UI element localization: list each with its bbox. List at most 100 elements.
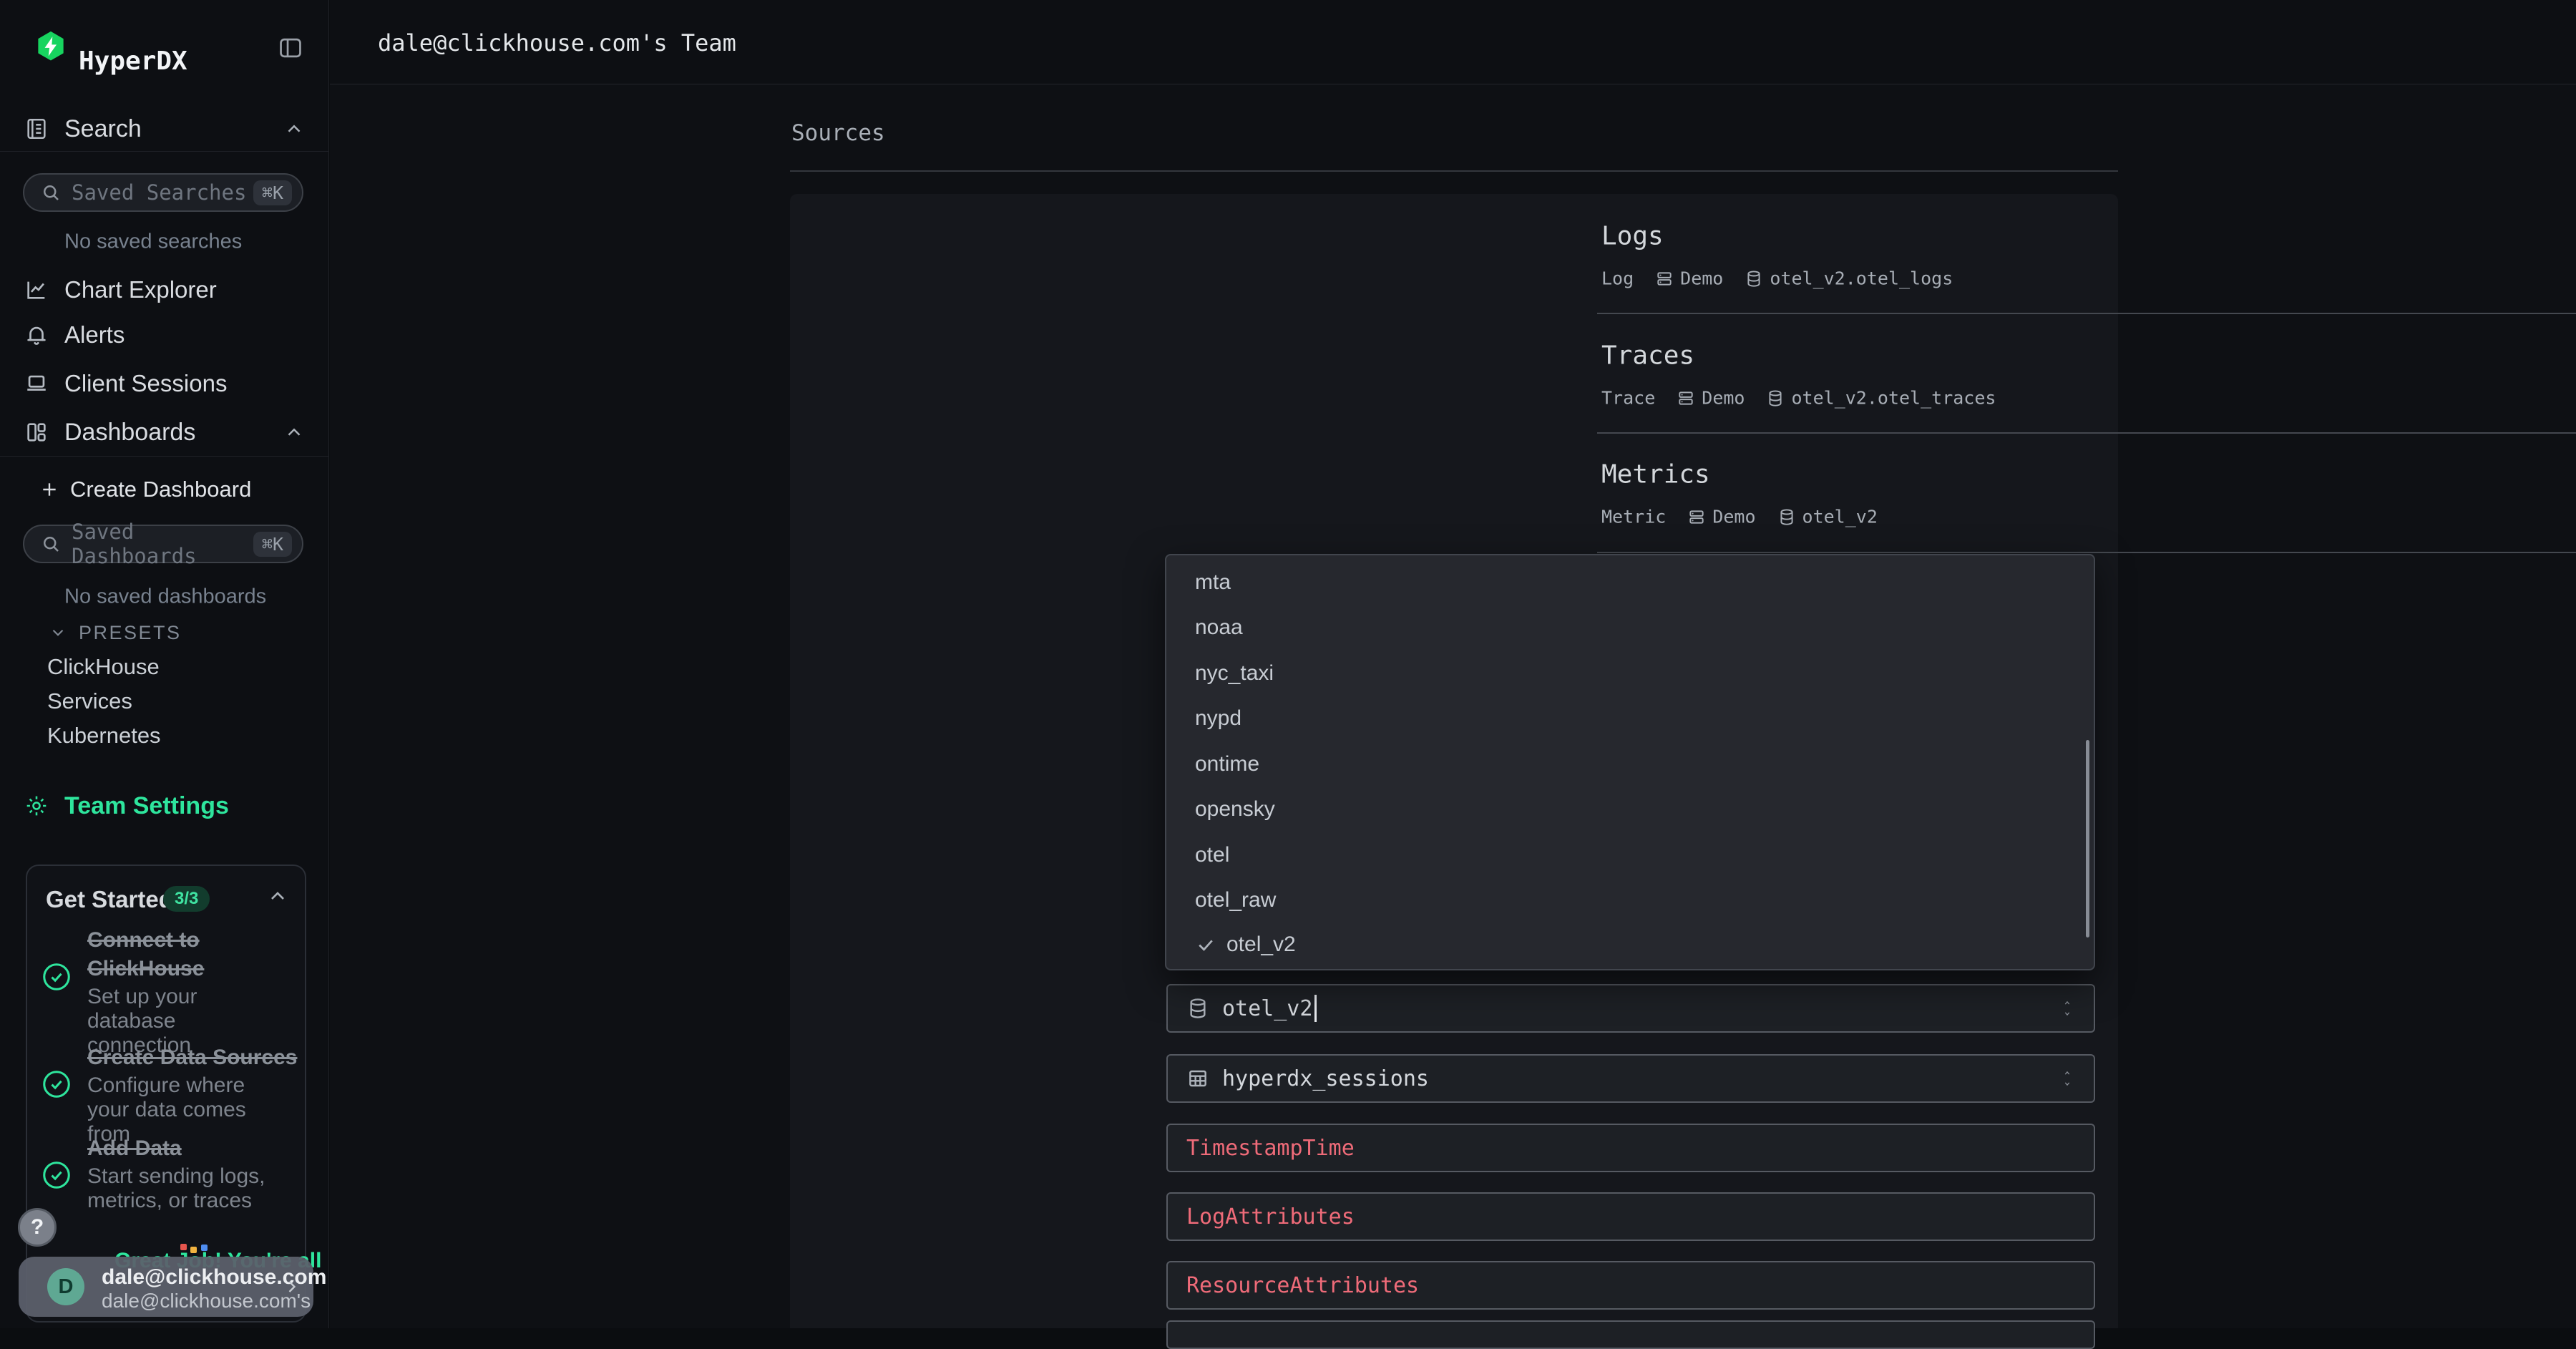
preset-kubernetes[interactable]: Kubernetes: [47, 723, 161, 749]
source-section-meta: Log Demo otel_v2.otel_logs: [1601, 268, 1953, 289]
next-input-partial[interactable]: [1166, 1320, 2095, 1349]
dropdown-option[interactable]: otel: [1166, 834, 2094, 877]
section-divider: [1597, 432, 2576, 434]
timestamp-column-value: TimestampTime: [1186, 1136, 1355, 1161]
dropdown-option-label: otel_v2: [1226, 932, 1296, 957]
plus-icon: [40, 480, 59, 499]
dropdown-option[interactable]: opensky: [1166, 788, 2094, 831]
sidebar-item-dashboards[interactable]: Dashboards: [0, 412, 329, 452]
sidebar-divider: [0, 151, 329, 152]
get-started-item-title: Create Data Sources: [87, 1043, 302, 1072]
source-table-label: otel_v2.otel_logs: [1770, 268, 1953, 289]
database-value: otel_v2: [1222, 996, 1312, 1021]
dropdown-option-label: noaa: [1195, 615, 1243, 640]
create-dashboard-button[interactable]: Create Dashboard: [0, 469, 329, 510]
source-connection-label: Demo: [1702, 388, 1745, 409]
get-started-item[interactable]: Connect to ClickHouse Set up your databa…: [87, 926, 288, 1058]
sidebar-item-label: Alerts: [64, 321, 125, 349]
chevron-up-icon: [283, 118, 305, 140]
sidebar-item-label: Dashboards: [64, 419, 195, 447]
team-settings-label: Team Settings: [64, 792, 229, 820]
sidebar-item-alerts[interactable]: Alerts: [0, 315, 329, 355]
chevron-down-icon: [49, 623, 67, 642]
source-section-meta: Trace Demo otel_v2.otel_traces: [1601, 388, 1996, 409]
section-divider: [1597, 552, 2576, 553]
database-icon: [1186, 997, 1209, 1020]
dropdown-option[interactable]: nypd: [1166, 697, 2094, 740]
get-started-item[interactable]: Add Data Start sending logs, metrics, or…: [87, 1134, 288, 1213]
search-icon: [40, 533, 62, 555]
dropdown-option[interactable]: nyc_taxi: [1166, 652, 2094, 695]
line-chart-icon: [24, 278, 49, 302]
chevron-up-icon: [283, 422, 305, 443]
shortcut-badge: ⌘K: [253, 180, 292, 205]
dropdown-option[interactable]: noaa: [1166, 606, 2094, 649]
log-attributes-input[interactable]: LogAttributes: [1166, 1192, 2095, 1241]
resource-attributes-value: ResourceAttributes: [1186, 1273, 1419, 1298]
dropdown-option-label: ontime: [1195, 752, 1259, 776]
saved-searches-input[interactable]: Saved Searches ⌘K: [23, 173, 303, 212]
help-button[interactable]: ?: [18, 1208, 57, 1247]
source-connection-label: Demo: [1680, 268, 1723, 289]
brand-name: HyperDX: [79, 47, 187, 76]
get-started-item[interactable]: Create Data Sources Configure where your…: [87, 1043, 288, 1146]
preset-services[interactable]: Services: [47, 688, 132, 714]
select-spinner-icon[interactable]: [2059, 998, 2075, 1018]
shortcut-badge: ⌘K: [253, 532, 292, 557]
sidebar-item-team-settings[interactable]: Team Settings: [0, 786, 329, 826]
dropdown-scrollbar[interactable]: [2086, 740, 2089, 938]
database-dropdown: mta noaa nyc_taxi nypd ontime opensky ot…: [1165, 554, 2095, 970]
sidebar-item-chart-explorer[interactable]: Chart Explorer: [0, 270, 329, 310]
check-circle-icon: [40, 960, 73, 993]
team-title: dale@clickhouse.com's Team: [378, 29, 736, 57]
saved-searches-placeholder: Saved Searches: [72, 180, 253, 205]
presets-label: PRESETS: [79, 622, 182, 644]
dropdown-option[interactable]: ontime: [1166, 743, 2094, 786]
dropdown-option[interactable]: otel_raw: [1166, 879, 2094, 922]
dropdown-option[interactable]: mta: [1166, 561, 2094, 604]
dropdown-option-selected[interactable]: otel_v2: [1166, 923, 2094, 966]
chevron-up-icon[interactable]: [266, 885, 289, 907]
dropdown-option-label: opensky: [1195, 797, 1275, 822]
no-saved-searches-text: No saved searches: [64, 230, 242, 254]
preset-clickhouse[interactable]: ClickHouse: [47, 654, 160, 680]
source-section-meta: Metric Demo otel_v2: [1601, 507, 1878, 527]
table-input[interactable]: hyperdx_sessions: [1166, 1054, 2095, 1103]
resource-attributes-input[interactable]: ResourceAttributes: [1166, 1261, 2095, 1310]
database-icon: [1745, 269, 1763, 288]
text-cursor: [1314, 995, 1317, 1022]
sidebar-divider: [0, 456, 329, 457]
collapse-sidebar-button[interactable]: [276, 34, 305, 62]
presets-toggle[interactable]: PRESETS: [49, 620, 182, 646]
get-started-title: Get Started: [46, 886, 173, 913]
sidebar: HyperDX Search Saved Searches ⌘K No save…: [0, 0, 329, 1328]
saved-dashboards-placeholder: Saved Dashboards: [72, 520, 253, 568]
source-table: otel_v2: [1777, 507, 1878, 527]
sidebar-item-label: Client Sessions: [64, 370, 227, 397]
source-table: otel_v2.otel_traces: [1766, 388, 1996, 409]
page-title: Sources: [791, 120, 885, 146]
check-icon: [1195, 934, 1216, 955]
select-spinner-icon[interactable]: [2059, 1068, 2075, 1089]
sidebar-item-client-sessions[interactable]: Client Sessions: [0, 364, 329, 404]
sidebar-section-search[interactable]: Search: [0, 109, 329, 149]
server-stack-icon: [1687, 507, 1706, 526]
check-circle-icon: [40, 1068, 73, 1101]
source-type: Metric: [1601, 507, 1666, 527]
saved-dashboards-input[interactable]: Saved Dashboards ⌘K: [23, 525, 303, 563]
server-stack-icon: [1655, 269, 1674, 288]
dashboard-grid-icon: [24, 420, 49, 444]
timestamp-column-input[interactable]: TimestampTime: [1166, 1124, 2095, 1172]
user-card[interactable]: D dale@clickhouse.com dale@clickhouse.co…: [19, 1257, 313, 1317]
source-section-title: Logs: [1601, 222, 1664, 251]
bell-icon: [24, 323, 49, 347]
database-input[interactable]: otel_v2: [1166, 984, 2095, 1033]
dropdown-option-label: otel_raw: [1195, 888, 1276, 912]
dropdown-option-label: nyc_taxi: [1195, 661, 1274, 686]
hyperdx-logo-icon: [34, 30, 67, 63]
source-section-title: Metrics: [1601, 460, 1710, 490]
get-started-progress-badge: 3/3: [163, 886, 210, 912]
sidebar-item-label: Chart Explorer: [64, 276, 217, 303]
gear-icon: [24, 794, 49, 818]
page-title-divider: [790, 170, 2118, 172]
